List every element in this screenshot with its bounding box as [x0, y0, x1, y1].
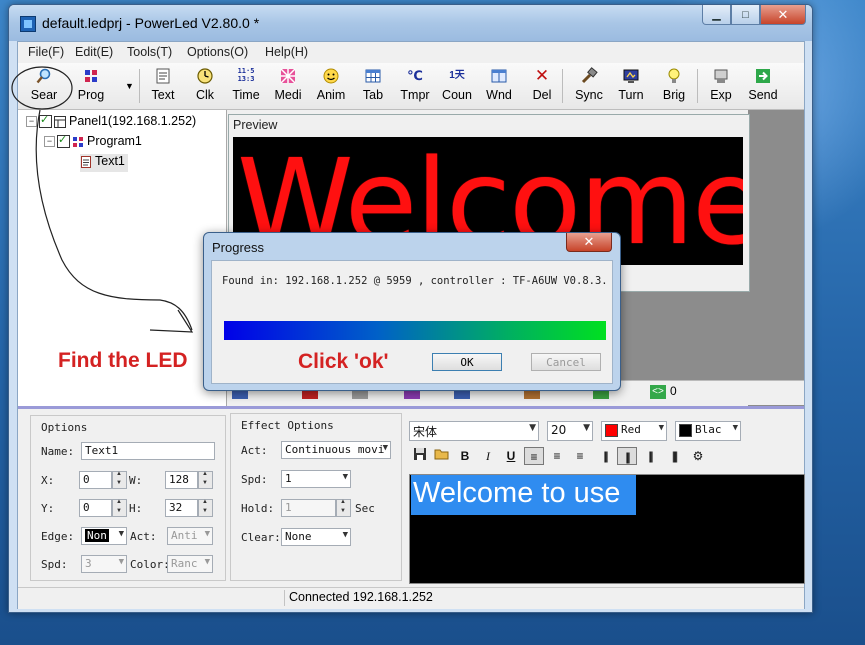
- click-ok-annotation: Click 'ok': [298, 350, 389, 373]
- annotation-arrow: [11, 66, 194, 333]
- find-led-annotation: Find the LED: [58, 349, 188, 372]
